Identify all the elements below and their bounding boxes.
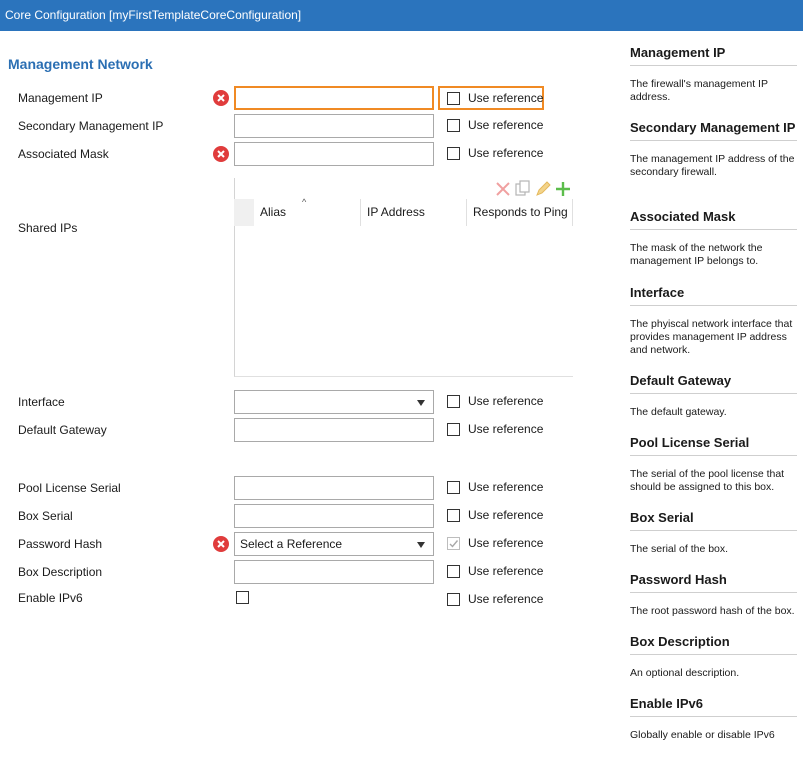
shared-ips-grid-header: Alias IP Address Responds to Ping: [234, 199, 573, 226]
enable-ipv6-label: Enable IPv6: [18, 591, 83, 605]
use-reference-checkbox[interactable]: [447, 481, 460, 494]
help-description: The firewall's management IP address.: [630, 78, 768, 103]
management-ip-label: Management IP: [18, 91, 103, 105]
password-hash-select[interactable]: Select a Reference: [234, 532, 434, 556]
help-item: Pool License Serial The serial of the po…: [630, 435, 797, 494]
enable-ipv6-checkbox[interactable]: [236, 591, 249, 604]
help-title: Pool License Serial: [630, 435, 797, 456]
use-reference-checkbox[interactable]: [447, 565, 460, 578]
help-item: Secondary Management IP The management I…: [630, 120, 797, 179]
password-hash-select-value: Select a Reference: [240, 537, 343, 551]
help-description: The serial of the box.: [630, 543, 729, 555]
use-reference-checkbox[interactable]: [447, 119, 460, 132]
box-serial-input[interactable]: [234, 504, 434, 528]
password-hash-label: Password Hash: [18, 537, 103, 551]
shared-ips-label: Shared IPs: [18, 221, 78, 235]
use-reference-label: Use reference: [468, 394, 544, 408]
box-description-input[interactable]: [234, 560, 434, 584]
use-reference-checkbox-checked-disabled: [447, 537, 460, 550]
help-item: Box Description An optional description.: [630, 634, 797, 680]
error-icon: [213, 146, 229, 162]
management-ip-input[interactable]: [234, 86, 434, 110]
edit-icon[interactable]: [534, 180, 552, 198]
use-reference-checkbox[interactable]: [447, 593, 460, 606]
help-title: Enable IPv6: [630, 696, 797, 717]
help-description: Globally enable or disable IPv6: [630, 729, 775, 741]
help-description: The root password hash of the box.: [630, 605, 795, 617]
error-icon: [213, 90, 229, 106]
use-reference-label: Use reference: [468, 422, 544, 436]
box-description-label: Box Description: [18, 565, 103, 579]
interface-select[interactable]: [234, 390, 434, 414]
use-reference-label: Use reference: [468, 118, 544, 132]
use-reference-label: Use reference: [468, 536, 544, 550]
associated-mask-input[interactable]: [234, 142, 434, 166]
help-title: Associated Mask: [630, 209, 797, 230]
use-reference-checkbox[interactable]: [447, 147, 460, 160]
use-reference-checkbox[interactable]: [447, 395, 460, 408]
secondary-management-ip-input[interactable]: [234, 114, 434, 138]
default-gateway-input[interactable]: [234, 418, 434, 442]
help-title: Interface: [630, 285, 797, 306]
chevron-down-icon: [417, 400, 425, 406]
use-reference-checkbox[interactable]: [447, 92, 460, 105]
help-panel: Management IP The firewall's management …: [610, 31, 803, 775]
section-title: Management Network: [8, 56, 153, 72]
associated-mask-label: Associated Mask: [18, 147, 109, 161]
use-reference-checkbox[interactable]: [447, 509, 460, 522]
use-reference-label: Use reference: [468, 564, 544, 578]
use-reference-label: Use reference: [468, 146, 544, 160]
use-reference-label: Use reference: [468, 508, 544, 522]
secondary-management-ip-label: Secondary Management IP: [18, 119, 164, 133]
default-gateway-label: Default Gateway: [18, 423, 107, 437]
help-title: Secondary Management IP: [630, 120, 797, 141]
help-item: Password Hash The root password hash of …: [630, 572, 797, 618]
help-description: The serial of the pool license that shou…: [630, 468, 785, 493]
help-description: The mask of the network the management I…: [630, 242, 763, 267]
delete-icon[interactable]: [494, 180, 512, 198]
help-item: Interface The phyiscal network interface…: [630, 285, 797, 357]
help-title: Default Gateway: [630, 373, 797, 394]
help-item: Default Gateway The default gateway.: [630, 373, 797, 419]
help-title: Box Description: [630, 634, 797, 655]
help-title: Password Hash: [630, 572, 797, 593]
help-description: The phyiscal network interface that prov…: [630, 318, 793, 356]
help-description: The management IP address of the seconda…: [630, 153, 795, 178]
help-description: An optional description.: [630, 667, 740, 679]
box-serial-label: Box Serial: [18, 509, 73, 523]
column-header-alias[interactable]: Alias: [254, 199, 360, 226]
copy-icon[interactable]: [514, 180, 532, 198]
column-header-ip-address[interactable]: IP Address: [360, 199, 466, 226]
window-title-bar: Core Configuration [myFirstTemplateCoreC…: [0, 0, 803, 31]
chevron-down-icon: [417, 542, 425, 548]
help-item: Enable IPv6 Globally enable or disable I…: [630, 696, 797, 742]
management-ip-use-reference[interactable]: Use reference: [438, 86, 544, 110]
error-icon: [213, 536, 229, 552]
use-reference-label: Use reference: [468, 592, 544, 606]
column-header-responds-to-ping[interactable]: Responds to Ping: [466, 199, 573, 226]
help-item: Box Serial The serial of the box.: [630, 510, 797, 556]
add-icon[interactable]: [554, 180, 572, 198]
help-description: The default gateway.: [630, 406, 727, 418]
use-reference-checkbox[interactable]: [447, 423, 460, 436]
help-title: Management IP: [630, 45, 797, 66]
interface-label: Interface: [18, 395, 65, 409]
row-header-stub: [234, 199, 254, 226]
pool-license-serial-label: Pool License Serial: [18, 481, 121, 495]
pool-license-serial-input[interactable]: [234, 476, 434, 500]
help-item: Management IP The firewall's management …: [630, 45, 797, 104]
help-item: Associated Mask The mask of the network …: [630, 209, 797, 268]
help-title: Box Serial: [630, 510, 797, 531]
use-reference-label: Use reference: [468, 91, 544, 105]
use-reference-label: Use reference: [468, 480, 544, 494]
